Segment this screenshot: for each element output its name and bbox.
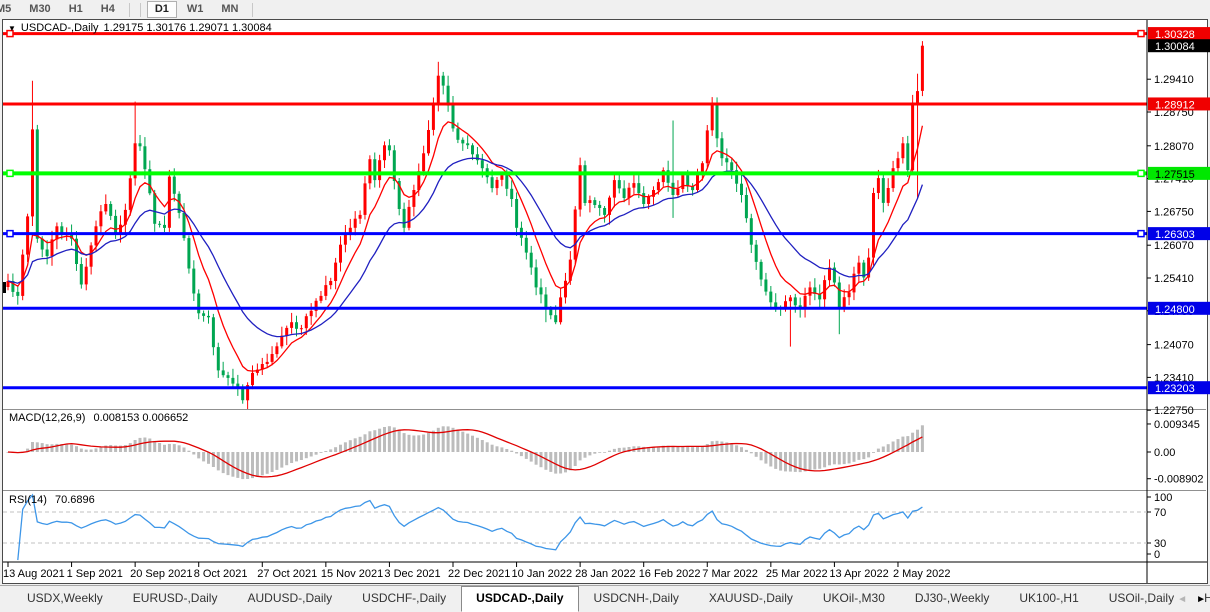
macd-values: 0.008153 0.006652	[93, 412, 188, 424]
price-tick-label: 1.26070	[1154, 240, 1194, 252]
tab-scroll-left-icon[interactable]: ◄	[1177, 595, 1187, 605]
date-label: 22 Dec 2021	[448, 568, 510, 580]
pane-separator	[3, 491, 1206, 492]
tab-audusd-daily[interactable]: AUDUSD-,Daily	[232, 586, 347, 612]
hline-handle	[1138, 31, 1144, 37]
candles	[7, 41, 924, 410]
rsi-axis-label: 100	[1154, 492, 1172, 504]
price-badge-label: 1.26303	[1155, 229, 1195, 241]
price-tick-label: 1.22750	[1154, 405, 1194, 417]
rsi-line	[18, 495, 923, 560]
macd-axis-label: -0.008902	[1154, 474, 1204, 486]
tab-usdchf-daily[interactable]: USDCHF-,Daily	[347, 586, 461, 612]
price-tick-label: 1.29410	[1154, 74, 1194, 86]
price-badge-label: 1.30084	[1155, 41, 1195, 53]
chart-ohlc-values: 1.29175 1.30176 1.29071 1.30084	[104, 22, 272, 34]
rsi-axis-label: 0	[1154, 549, 1160, 561]
pane-separator	[3, 410, 1206, 411]
tab-usoil-daily[interactable]: USOil-,Daily	[1094, 586, 1189, 612]
date-label: 8 Oct 2021	[194, 568, 248, 580]
hline-handle	[1138, 170, 1144, 176]
tab-scroll-arrows: ◄ ►	[1177, 595, 1206, 605]
chart-title: ▼ USDCAD-,Daily 1.29175 1.30176 1.29071 …	[8, 22, 272, 34]
date-label: 7 Mar 2022	[702, 568, 758, 580]
price-tick-label: 1.28070	[1154, 141, 1194, 153]
price-tick-label: 1.25410	[1154, 273, 1194, 285]
date-label: 16 Feb 2022	[639, 568, 701, 580]
hline-handle	[7, 170, 13, 176]
price-tick-label: 1.24070	[1154, 340, 1194, 352]
tab-eurusd-daily[interactable]: EURUSD-,Daily	[118, 586, 233, 612]
date-label: 20 Sep 2021	[130, 568, 192, 580]
date-label: 15 Nov 2021	[321, 568, 383, 580]
price-badge-label: 1.27515	[1155, 169, 1195, 181]
date-label: 25 Mar 2022	[766, 568, 828, 580]
rsi-value: 70.6896	[55, 494, 95, 506]
tab-dj30-weekly[interactable]: DJ30-,Weekly	[900, 586, 1004, 612]
date-label: 27 Oct 2021	[257, 568, 317, 580]
symbol-tabbar: USDX,WeeklyEURUSD-,DailyAUDUSD-,DailyUSD…	[0, 585, 1210, 612]
tab-usdx-weekly[interactable]: USDX,Weekly	[12, 586, 118, 612]
date-label: 3 Dec 2021	[384, 568, 440, 580]
macd-axis-label: 0.009345	[1154, 419, 1200, 431]
price-badge-label: 1.28912	[1155, 99, 1195, 111]
date-label: 28 Jan 2022	[575, 568, 636, 580]
date-label: 1 Sep 2021	[67, 568, 123, 580]
date-label: 10 Jan 2022	[512, 568, 573, 580]
rsi-label: RSI(14) 70.6896	[9, 494, 100, 506]
tab-xauusd-daily[interactable]: XAUUSD-,Daily	[694, 586, 808, 612]
date-label: 13 Apr 2022	[829, 568, 888, 580]
chart-symbol-label: USDCAD-,Daily	[21, 22, 99, 34]
pane-separator	[3, 409, 1206, 410]
tab-scroll-right-icon[interactable]: ►	[1196, 595, 1206, 605]
macd-label: MACD(12,26,9) 0.008153 0.006652	[9, 412, 193, 424]
price-badge-label: 1.24800	[1155, 304, 1195, 316]
price-tick-label: 1.26750	[1154, 206, 1194, 218]
macd-axis-label: 0.00	[1154, 447, 1175, 459]
rsi-axis-label: 70	[1154, 507, 1166, 519]
rsi-name: RSI(14)	[9, 494, 47, 506]
tab-usdcad-daily[interactable]: USDCAD-,Daily	[461, 586, 578, 612]
date-label: 2 May 2022	[893, 568, 950, 580]
macd-name: MACD(12,26,9)	[9, 412, 85, 424]
macd-histogram	[7, 425, 924, 479]
price-badge-label: 1.23203	[1155, 383, 1195, 395]
pane-separator	[3, 490, 1206, 491]
left-edge-marker	[3, 282, 6, 293]
candlestick-chart[interactable]: 1.294101.287501.280701.274101.267501.260…	[0, 0, 1210, 612]
tab-usdcnh-daily[interactable]: USDCNH-,Daily	[579, 586, 694, 612]
hline-handle	[7, 231, 13, 237]
date-label: 13 Aug 2021	[3, 568, 65, 580]
hline-handle	[1138, 231, 1144, 237]
tab-uk100-h1[interactable]: UK100-,H1	[1004, 586, 1093, 612]
tab-ukoil-m30[interactable]: UKOil-,M30	[808, 586, 900, 612]
chart-menu-arrow-icon[interactable]: ▼	[8, 24, 16, 33]
